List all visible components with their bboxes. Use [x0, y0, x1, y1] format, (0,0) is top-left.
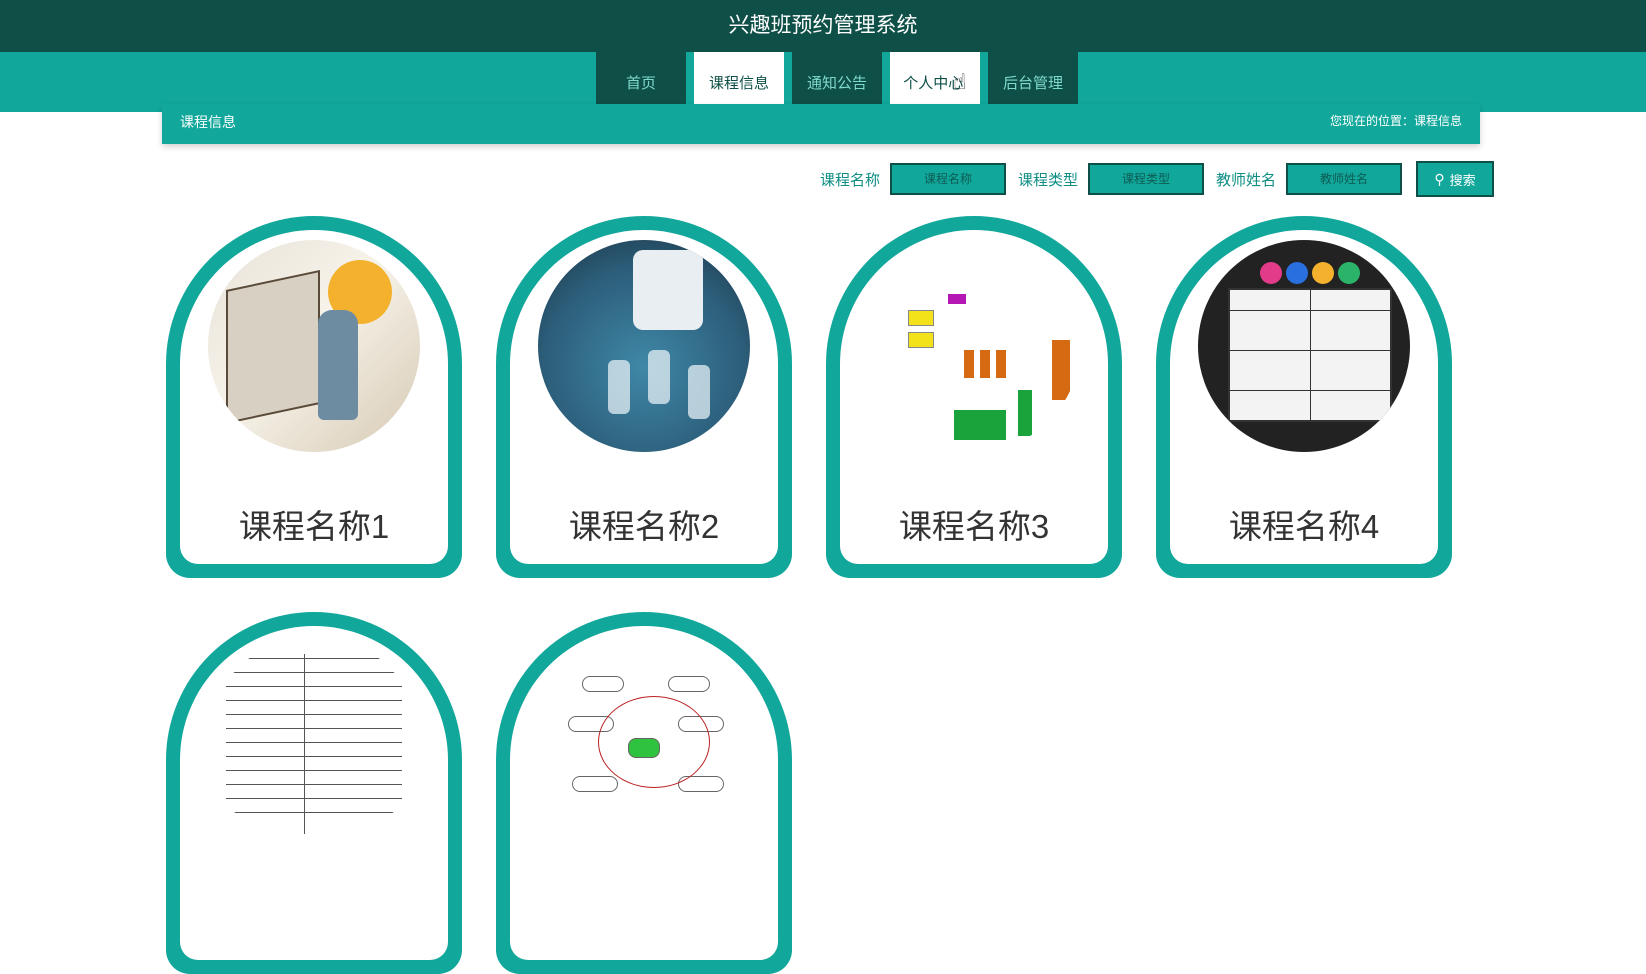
- search-button-label: 搜索: [1449, 172, 1476, 188]
- search-button[interactable]: ⚲ 搜索: [1416, 161, 1495, 197]
- course-name-input[interactable]: [890, 163, 1007, 195]
- course-card[interactable]: 课程名称2: [496, 216, 792, 578]
- search-bar: 课程名称 课程类型 教师姓名 ⚲ 搜索: [820, 161, 1495, 197]
- course-image: [538, 636, 750, 848]
- section-title: 课程信息: [180, 114, 236, 130]
- course-image: [538, 240, 750, 452]
- course-name: 课程名称4: [1228, 508, 1380, 545]
- nav-item-profile[interactable]: 个人中心 ☝: [890, 52, 980, 112]
- course-type-input[interactable]: [1088, 163, 1205, 195]
- nav-item-home[interactable]: 首页: [596, 52, 686, 112]
- course-name: 课程名称2: [568, 508, 720, 545]
- hand-pointer-icon: ☝: [953, 69, 967, 94]
- course-image: [208, 240, 420, 452]
- course-name: 课程名称1: [238, 508, 390, 545]
- teacher-name-input[interactable]: [1286, 163, 1403, 195]
- course-name-label: 课程名称: [820, 171, 881, 189]
- course-card[interactable]: 课程名称4: [1156, 216, 1452, 578]
- course-type-label: 课程类型: [1018, 171, 1079, 189]
- course-image: [1198, 240, 1410, 452]
- teacher-name-label: 教师姓名: [1216, 171, 1277, 189]
- course-image: [208, 636, 420, 848]
- course-card[interactable]: 课程名称1: [166, 216, 462, 578]
- nav-item-notices[interactable]: 通知公告: [792, 52, 882, 112]
- course-card[interactable]: 课程名称3: [826, 216, 1122, 578]
- nav-item-courses[interactable]: 课程信息: [694, 52, 784, 112]
- course-image: [868, 240, 1080, 452]
- app-title: 兴趣班预约管理系统: [728, 14, 918, 37]
- course-card[interactable]: [166, 612, 462, 974]
- search-icon: ⚲: [1434, 170, 1445, 187]
- app-title-bar: 兴趣班预约管理系统: [0, 0, 1646, 52]
- course-name: 课程名称3: [898, 508, 1050, 545]
- breadcrumb-bar: 课程信息 您现在的位置：课程信息: [162, 104, 1480, 144]
- main-nav: 首页 课程信息 通知公告 个人中心 ☝ 后台管理: [596, 52, 1086, 112]
- breadcrumb: 您现在的位置：课程信息: [1329, 114, 1462, 128]
- nav-item-admin[interactable]: 后台管理: [988, 52, 1078, 112]
- course-card[interactable]: [496, 612, 792, 974]
